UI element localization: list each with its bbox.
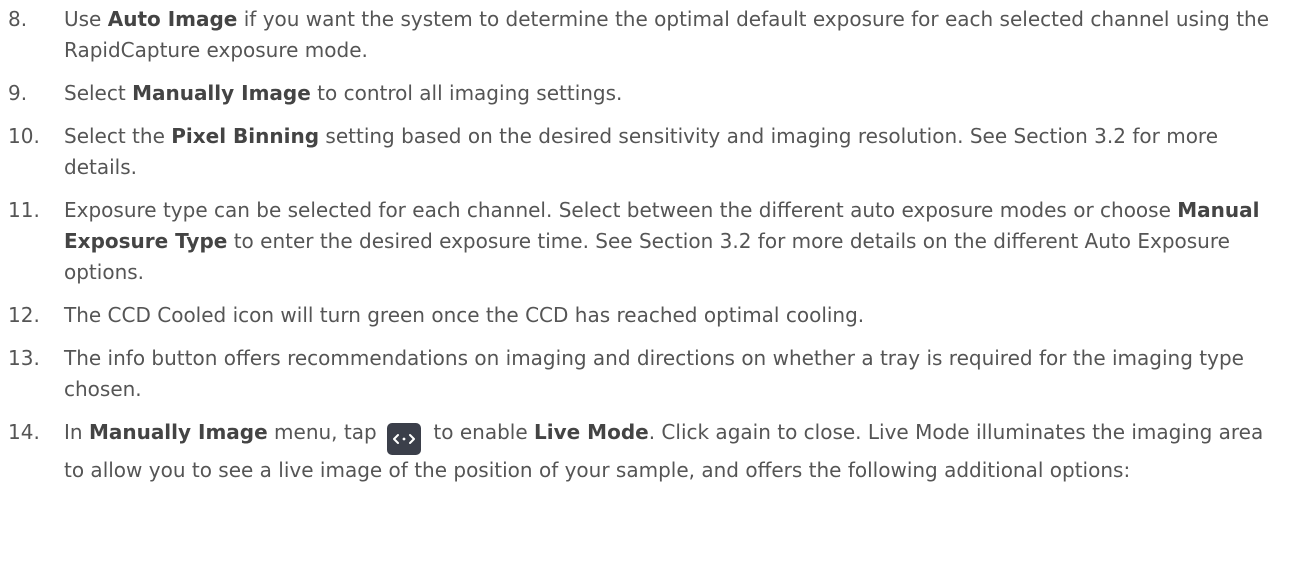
bold-term: Live Mode (534, 420, 649, 444)
item-text: Use Auto Image if you want the system to… (64, 7, 1270, 62)
item-text: The CCD Cooled icon will turn green once… (64, 303, 865, 327)
item-number: 10. (8, 124, 40, 148)
item-number: 13. (8, 346, 40, 370)
bold-term: Manually Image (132, 81, 311, 105)
item-text: Exposure type can be selected for each c… (64, 198, 1260, 284)
item-text: Select Manually Image to control all ima… (64, 81, 623, 105)
list-item-8: 8. Use Auto Image if you want the system… (0, 4, 1303, 66)
instruction-list: 8. Use Auto Image if you want the system… (0, 0, 1303, 486)
item-text: The info button offers recommendations o… (64, 346, 1244, 401)
item-number: 14. (8, 420, 40, 444)
bold-term: Auto Image (107, 7, 238, 31)
item-number: 12. (8, 303, 40, 327)
item-text: In Manually Image menu, tap to enable Li… (64, 420, 1264, 482)
item-number: 8. (8, 7, 28, 31)
bold-term: Pixel Binning (171, 124, 320, 148)
item-number: 11. (8, 198, 40, 222)
item-number: 9. (8, 81, 28, 105)
item-text: Select the Pixel Binning setting based o… (64, 124, 1219, 179)
list-item-11: 11. Exposure type can be selected for ea… (0, 195, 1303, 288)
live-mode-icon (387, 423, 422, 455)
list-item-14: 14. In Manually Image menu, tap to enabl… (0, 417, 1303, 486)
list-item-9: 9. Select Manually Image to control all … (0, 78, 1303, 109)
list-item-10: 10. Select the Pixel Binning setting bas… (0, 121, 1303, 183)
list-item-13: 13. The info button offers recommendatio… (0, 343, 1303, 405)
bold-term: Manually Image (88, 420, 268, 444)
list-item-12: 12. The CCD Cooled icon will turn green … (0, 300, 1303, 331)
